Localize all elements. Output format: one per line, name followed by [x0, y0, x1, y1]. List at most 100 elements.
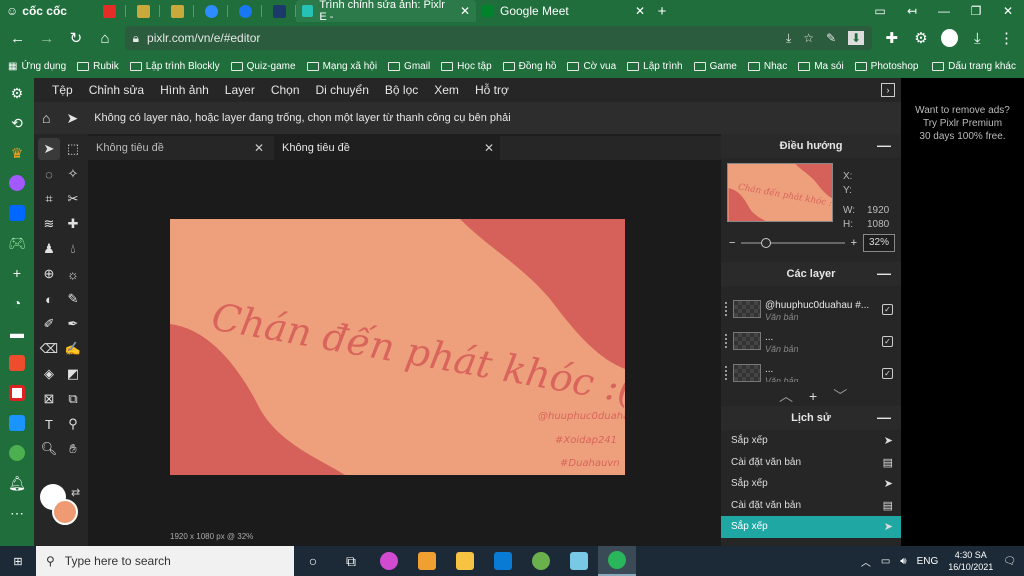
network-icon[interactable]: ▭: [881, 556, 890, 567]
browser-brand[interactable]: ☺ cốc cốc: [0, 0, 92, 22]
bookmark-other[interactable]: Dấu trang khác: [932, 54, 1016, 78]
puzzle-icon[interactable]: ✚: [882, 29, 901, 47]
history-item[interactable]: Cài đặt văn bản ▤: [721, 495, 901, 517]
eraser-tool-icon[interactable]: ⌫: [38, 338, 60, 360]
file-explorer-icon[interactable]: [446, 546, 484, 576]
taskbar-search[interactable]: ⚲ Type here to search: [36, 546, 294, 576]
clock[interactable]: 4:30 SA 16/10/2021: [948, 549, 993, 573]
notification-icon[interactable]: 🗨︎: [1003, 556, 1016, 567]
more-icon[interactable]: ⋯: [0, 498, 34, 528]
layer-visibility-checkbox[interactable]: ✓: [882, 368, 893, 379]
star-icon[interactable]: ☆: [803, 31, 814, 45]
back-arrow-icon[interactable]: ←: [8, 30, 27, 47]
doc-tab[interactable]: Không tiêu đề ✕: [88, 136, 270, 160]
fill-tool-icon[interactable]: ◈: [38, 363, 60, 385]
ad-panel[interactable]: Want to remove ads? Try Pixlr Premium 30…: [901, 78, 1024, 546]
messenger-icon[interactable]: [0, 168, 34, 198]
menu-image[interactable]: Hình ảnh: [160, 83, 209, 97]
download-page-icon[interactable]: ⤓: [786, 31, 791, 46]
picture-icon[interactable]: ▭: [864, 4, 896, 18]
pinned-tab-facebook[interactable]: [228, 0, 262, 22]
menu-filter[interactable]: Bộ lọc: [385, 83, 418, 97]
heal-tool-icon[interactable]: ✚: [62, 213, 84, 235]
artwork-canvas[interactable]: Chán đến phát khóc :( @huuphuc0duahau #X…: [170, 219, 625, 475]
menu-move[interactable]: Di chuyển: [316, 83, 369, 97]
smudge-tool-icon[interactable]: ✍: [62, 338, 84, 360]
new-tab-button[interactable]: +: [651, 3, 673, 20]
add-layer-icon[interactable]: +: [809, 388, 817, 404]
minimize-icon[interactable]: —: [877, 137, 891, 153]
collapse-panel-icon[interactable]: ›: [881, 83, 895, 97]
menu-help[interactable]: Hỗ trợ: [475, 83, 509, 97]
canvas-area[interactable]: Chán đến phát khóc :( @huuphuc0duahau #X…: [88, 160, 721, 546]
app-icon[interactable]: [522, 546, 560, 576]
minimize-icon[interactable]: —: [877, 409, 891, 425]
photos-icon[interactable]: [560, 546, 598, 576]
volume-icon[interactable]: 🔊︎: [900, 556, 906, 567]
history-header[interactable]: Lịch sử —: [721, 406, 901, 430]
dodge-tool-icon[interactable]: ☼: [62, 263, 84, 285]
history-item-active[interactable]: Sắp xếp ➤: [721, 516, 901, 538]
extension-badge-icon[interactable]: ✎: [826, 31, 836, 45]
navigator-header[interactable]: Điều hướng —: [721, 134, 901, 158]
download-icon[interactable]: ⬇: [848, 31, 865, 45]
lasso-tool-icon[interactable]: ◌: [38, 163, 60, 185]
image-tool-icon[interactable]: ⊠: [38, 388, 60, 410]
address-bar[interactable]: 🔒︎ pixlr.com/vn/e/#editor ⤓ ☆ ✎ ⬇: [124, 26, 873, 50]
close-icon[interactable]: ✕: [254, 141, 264, 155]
wand-tool-icon[interactable]: ✧: [62, 163, 84, 185]
chrome-store-icon[interactable]: [0, 438, 34, 468]
zoom-tool-icon[interactable]: 🔍︎: [38, 438, 60, 460]
coccoc-taskbar-icon[interactable]: [598, 546, 636, 576]
zoom-slider-handle[interactable]: [761, 238, 772, 248]
bookmark-folder[interactable]: Game: [693, 61, 737, 72]
restore-button[interactable]: ❐: [960, 4, 992, 18]
bookmark-folder[interactable]: Đồng hồ: [502, 61, 556, 72]
crop-tool-icon[interactable]: ⌗: [38, 188, 60, 210]
bookmark-folder[interactable]: Lập trình: [627, 61, 683, 72]
move-layer-up-icon[interactable]: ︿: [779, 386, 793, 406]
sponge-tool-icon[interactable]: ⊕: [38, 263, 60, 285]
zoom-value-field[interactable]: 32%: [863, 234, 895, 252]
history-icon[interactable]: ⟲: [0, 108, 34, 138]
history-item[interactable]: Cài đặt văn bản ▤: [721, 452, 901, 474]
doc-tab-active[interactable]: Không tiêu đề ✕: [274, 136, 500, 160]
bookmark-folder[interactable]: Gmail: [388, 61, 430, 72]
bookmark-folder[interactable]: Lập trình Blockly: [129, 61, 220, 72]
color-replace-icon[interactable]: ◐: [38, 288, 60, 310]
windows-start-icon[interactable]: ⊞: [0, 546, 36, 576]
crown-icon[interactable]: ♛: [0, 138, 34, 168]
layers-header[interactable]: Các layer —: [721, 262, 901, 286]
menu-edit[interactable]: Chỉnh sửa: [89, 83, 144, 97]
bell-icon[interactable]: 🔔︎: [0, 468, 34, 498]
bookmark-folder[interactable]: Nhạc: [747, 61, 787, 72]
marquee-tool-icon[interactable]: ⬚: [62, 138, 84, 160]
gear-icon[interactable]: ⚙: [0, 78, 34, 108]
close-icon[interactable]: ✕: [635, 4, 645, 18]
menu-select[interactable]: Chọn: [271, 83, 300, 97]
zalo-icon[interactable]: [0, 198, 34, 228]
layer-item[interactable]: ... Văn bản ✓: [721, 328, 901, 360]
profile-menu-icon[interactable]: ⤓: [968, 30, 987, 47]
tiki-icon[interactable]: [0, 408, 34, 438]
eyedropper-icon[interactable]: ⚲: [62, 413, 84, 435]
hand-tool-icon[interactable]: ✋︎: [62, 438, 84, 460]
home-icon[interactable]: ⌂: [42, 110, 50, 126]
vtv-icon[interactable]: [0, 378, 34, 408]
bookmark-folder[interactable]: Ma sói: [798, 61, 844, 72]
pencil-tool-icon[interactable]: ✐: [38, 313, 60, 335]
pinned-tab-h2[interactable]: [160, 0, 194, 22]
close-icon[interactable]: ✕: [484, 141, 494, 155]
pinned-tab-youtube[interactable]: [92, 0, 126, 22]
bookmark-folder[interactable]: Cờ vua: [567, 61, 616, 72]
bookmark-folder[interactable]: Rubik: [77, 61, 119, 72]
bookmark-folder[interactable]: Mạng xã hội: [306, 61, 377, 72]
language-indicator[interactable]: ENG: [917, 556, 939, 567]
zoom-in-button[interactable]: +: [851, 237, 857, 249]
history-item[interactable]: Sắp xếp ➤: [721, 430, 901, 452]
more-menu-icon[interactable]: ⋮: [997, 29, 1016, 47]
liquify-tool-icon[interactable]: ≋: [38, 213, 60, 235]
pinned-tab-k12[interactable]: [262, 0, 296, 22]
cutout-tool-icon[interactable]: ✂: [62, 188, 84, 210]
drop-tool-icon[interactable]: 💧︎: [62, 238, 84, 260]
